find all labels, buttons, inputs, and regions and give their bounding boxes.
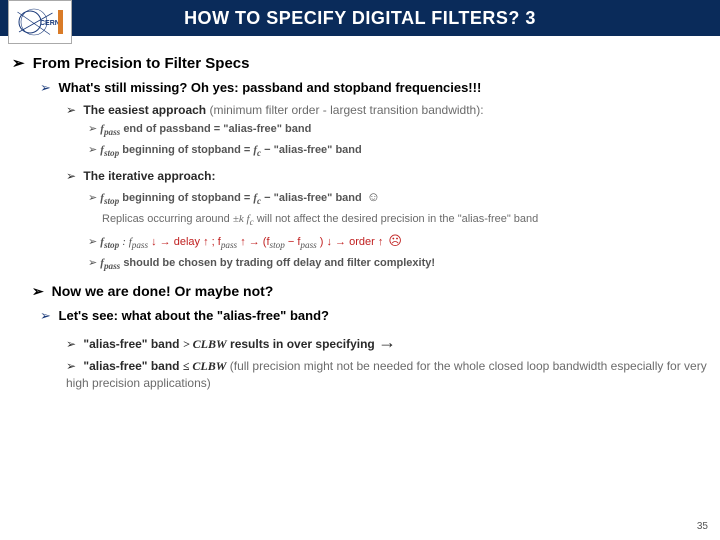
sub-fpass-end: ➢ fpass end of passband = "alias-free" b…: [88, 122, 708, 139]
cern-logo: CERN: [8, 0, 72, 44]
bullet-lets-see: ➢ Let's see: what about the "alias-free"…: [40, 308, 708, 324]
txt: end of passband = "alias-free" band: [123, 123, 311, 135]
txt: − "alias-free" band: [264, 144, 362, 156]
right-arrow-icon: →: [378, 332, 396, 352]
txt: stop: [270, 240, 285, 250]
bullet-arrow-icon: ➢: [66, 103, 76, 117]
sub-fstop-begin-iter: ➢ fstop beginning of stopband = fc − "al…: [88, 189, 708, 208]
cern-logo-svg: CERN: [13, 7, 67, 37]
header-bar: HOW TO SPECIFY DIGITAL FILTERS? 3: [0, 0, 720, 36]
txt: − f: [288, 236, 301, 248]
txt: pass: [300, 240, 316, 250]
txt: results in over specifying: [230, 337, 378, 351]
bullet-arrow-icon: ➢: [66, 359, 76, 373]
txt: pass: [221, 240, 237, 250]
txt: (minimum filter order - largest transiti…: [206, 103, 483, 117]
frown-icon: ☹: [388, 233, 402, 248]
txt: pass: [132, 240, 148, 250]
bullet-arrow-icon: ➢: [88, 236, 97, 248]
txt: stop: [104, 196, 119, 206]
bullet-iterative: ➢ The iterative approach:: [66, 168, 708, 184]
txt: ±k f: [233, 213, 250, 225]
slide-body: ➢ From Precision to Filter Specs ➢ What'…: [12, 48, 708, 516]
smile-icon: ☺: [367, 189, 380, 204]
bullet-arrow-icon: ➢: [88, 257, 97, 269]
section-heading-2: ➢ Now we are done! Or maybe not?: [32, 283, 708, 300]
bullet-arrow-icon: ➢: [88, 123, 97, 135]
sub-fpass-tradeoff: ➢ fpass should be chosen by trading off …: [88, 256, 708, 273]
txt: should be chosen by trading off delay an…: [123, 257, 435, 269]
txt: − "alias-free" band: [264, 192, 365, 204]
bullet-arrow-icon: ➢: [12, 55, 25, 72]
txt: "alias-free" band: [83, 337, 182, 351]
bullet-missing-text: What's still missing? Oh yes: passband a…: [59, 80, 482, 95]
section-heading-1-text: From Precision to Filter Specs: [33, 55, 250, 72]
bullet-arrow-icon: ➢: [88, 192, 97, 204]
txt: ↑ → (f: [240, 236, 269, 248]
txt: Replicas occurring around: [102, 213, 233, 225]
txt: pass: [104, 127, 120, 137]
sub-clbw-under: ➢ "alias-free" band ≤ CLBW (full precisi…: [66, 358, 708, 390]
bullet-arrow-icon: ➢: [40, 308, 51, 323]
slide: HOW TO SPECIFY DIGITAL FILTERS? 3 CERN ➢…: [0, 0, 720, 540]
txt: pass: [104, 261, 120, 271]
txt: c: [257, 148, 261, 158]
bullet-arrow-icon: ➢: [40, 80, 51, 95]
txt: : f: [122, 236, 131, 248]
txt: stop: [104, 240, 119, 250]
bullet-arrow-icon: ➢: [66, 337, 76, 351]
txt: > CLBW: [183, 337, 227, 351]
section-heading-1: ➢ From Precision to Filter Specs: [12, 54, 708, 72]
bullet-arrow-icon: ➢: [88, 144, 97, 156]
txt: stop: [104, 148, 119, 158]
txt: c: [250, 217, 254, 227]
svg-text:CERN: CERN: [40, 20, 60, 27]
bullet-lets-see-text: Let's see: what about the "alias-free" b…: [59, 308, 329, 323]
txt: will not affect the desired precision in…: [257, 213, 539, 225]
bullet-easiest: ➢ The easiest approach (minimum filter o…: [66, 102, 708, 118]
sub-tradeoff-arrows: ➢ fstop : fpass ↓ → delay ↑ ; fpass ↑ → …: [88, 233, 708, 252]
txt: The iterative approach:: [83, 169, 215, 183]
bullet-missing: ➢ What's still missing? Oh yes: passband…: [40, 80, 708, 96]
txt: "alias-free" band: [83, 359, 182, 373]
sub-replicas-note: Replicas occurring around ±k fc will not…: [102, 212, 708, 229]
section-heading-2-text: Now we are done! Or maybe not?: [52, 283, 274, 299]
sub-clbw-over: ➢ "alias-free" band > CLBW results in ov…: [66, 330, 708, 354]
bullet-arrow-icon: ➢: [66, 169, 76, 183]
txt: The easiest approach: [83, 103, 206, 117]
sub-fstop-begin-easy: ➢ fstop beginning of stopband = fc − "al…: [88, 143, 708, 160]
bullet-arrow-icon: ➢: [32, 283, 44, 299]
page-number: 35: [697, 521, 708, 532]
txt: beginning of stopband =: [122, 192, 253, 204]
txt: ≤ CLBW: [183, 359, 227, 373]
txt: c: [257, 196, 261, 206]
txt: ) ↓ → order ↑: [320, 236, 387, 248]
slide-title: HOW TO SPECIFY DIGITAL FILTERS? 3: [184, 8, 536, 29]
txt: beginning of stopband =: [122, 144, 253, 156]
txt: ↓ → delay ↑ ; f: [151, 236, 221, 248]
